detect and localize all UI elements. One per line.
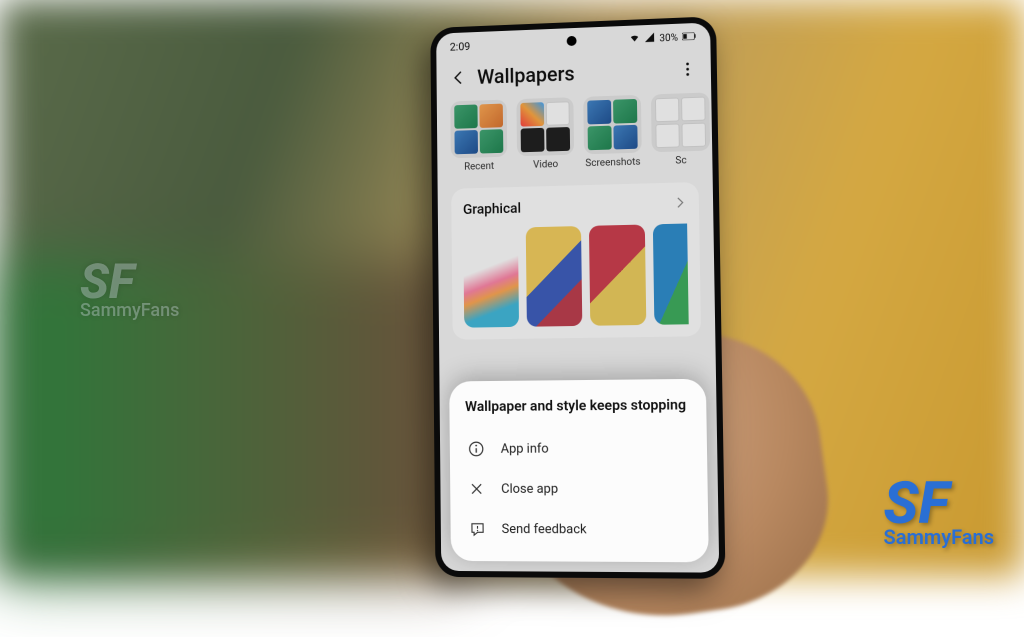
watermark-name: SammyFans bbox=[80, 303, 179, 319]
dialog-item-label: Send feedback bbox=[502, 521, 587, 536]
watermark-left: SF SammyFans bbox=[80, 260, 179, 319]
dialog-title: Wallpaper and style keeps stopping bbox=[465, 397, 690, 415]
close-icon bbox=[468, 480, 486, 498]
dialog-item-label: Close app bbox=[501, 481, 558, 496]
feedback-icon bbox=[468, 520, 486, 538]
phone-screen: 2:09 30% Wallpapers bbox=[436, 22, 719, 572]
dialog-item-label: App info bbox=[501, 441, 549, 456]
app-info-button[interactable]: App info bbox=[465, 428, 691, 469]
watermark-right: SF SammyFans bbox=[884, 480, 995, 546]
crash-dialog: Wallpaper and style keeps stopping App i… bbox=[449, 379, 709, 563]
close-app-button[interactable]: Close app bbox=[466, 468, 692, 509]
watermark-name: SammyFans bbox=[884, 529, 995, 546]
send-feedback-button[interactable]: Send feedback bbox=[466, 509, 692, 550]
info-icon bbox=[467, 440, 485, 458]
phone-frame: 2:09 30% Wallpapers bbox=[430, 16, 725, 579]
